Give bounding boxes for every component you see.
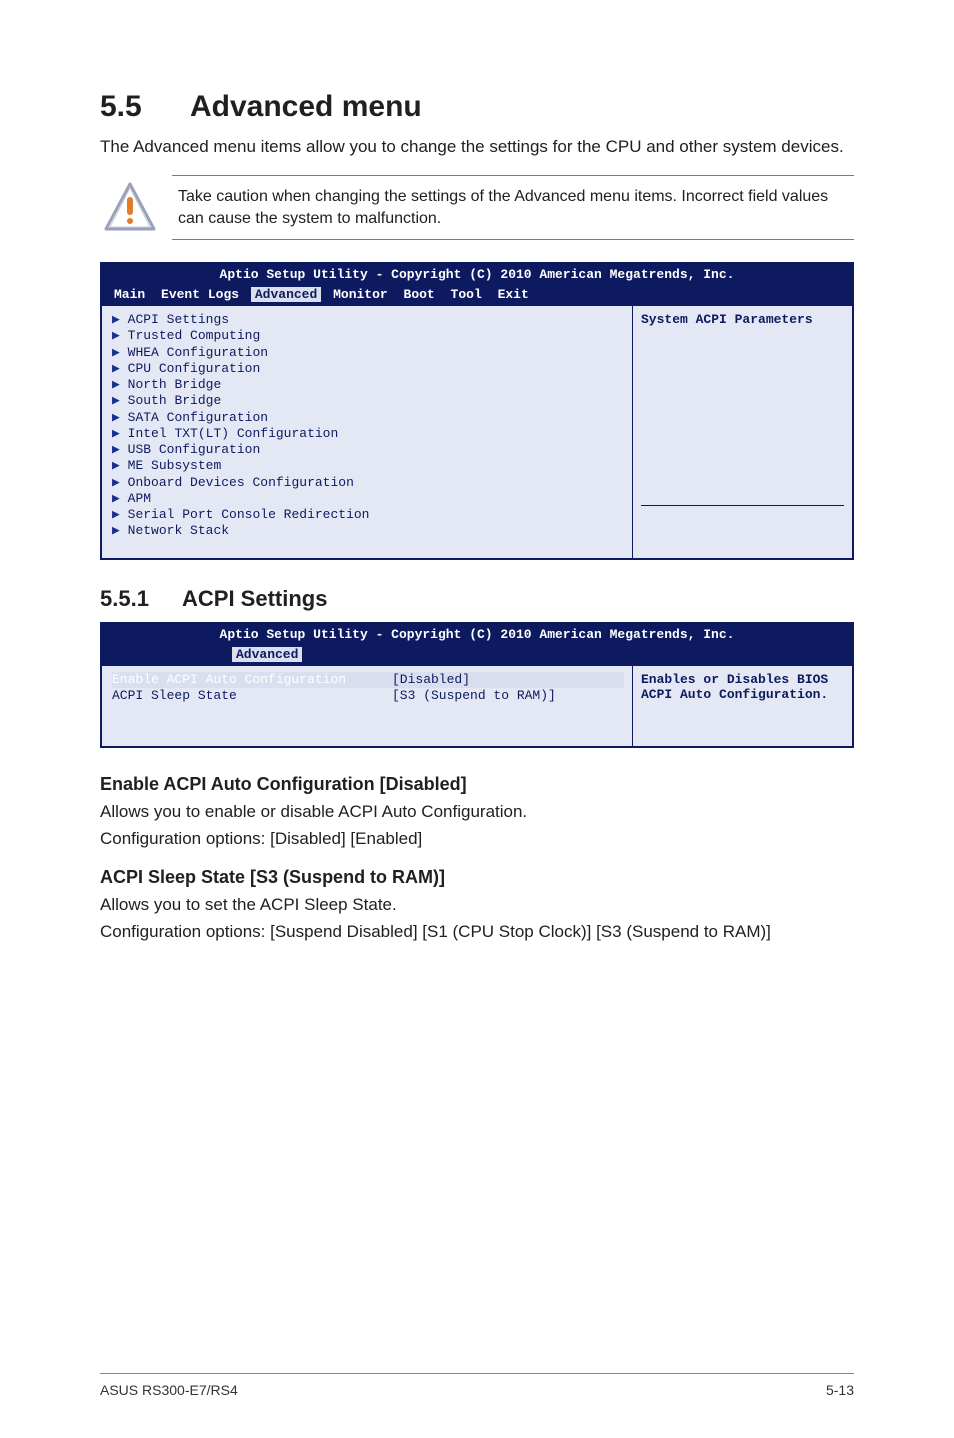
- list-item-label: CPU Configuration: [128, 361, 261, 376]
- list-item[interactable]: ▶ ME Subsystem: [112, 458, 624, 474]
- list-item[interactable]: ▶ Onboard Devices Configuration: [112, 475, 624, 491]
- option-heading-acpi-sleep: ACPI Sleep State [S3 (Suspend to RAM)]: [100, 867, 854, 888]
- footer-page-number: 5-13: [826, 1382, 854, 1398]
- list-item-label: North Bridge: [128, 377, 222, 392]
- bios-help-pane: Enables or Disables BIOS ACPI Auto Confi…: [632, 666, 852, 747]
- option-desc: Allows you to set the ACPI Sleep State.: [100, 894, 854, 917]
- caution-box: Take caution when changing the settings …: [100, 175, 854, 240]
- subsection-number: 5.5.1: [100, 586, 182, 612]
- setting-enable-acpi-auto[interactable]: Enable ACPI Auto Configuration [Disabled…: [112, 672, 624, 688]
- list-item-label: South Bridge: [128, 393, 222, 408]
- tab-main[interactable]: Main: [110, 287, 149, 302]
- setting-label: Enable ACPI Auto Configuration: [112, 672, 392, 688]
- section-title-text: Advanced menu: [190, 90, 422, 123]
- tab-advanced[interactable]: Advanced: [251, 287, 321, 302]
- tab-advanced[interactable]: Advanced: [232, 647, 302, 662]
- list-item[interactable]: ▶ North Bridge: [112, 377, 624, 393]
- subsection-title-text: ACPI Settings: [182, 586, 327, 611]
- list-item[interactable]: ▶ Serial Port Console Redirection: [112, 507, 624, 523]
- setting-label: ACPI Sleep State: [112, 688, 392, 704]
- list-item[interactable]: ▶ ACPI Settings: [112, 312, 624, 328]
- list-item[interactable]: ▶ South Bridge: [112, 393, 624, 409]
- tab-boot[interactable]: Boot: [400, 287, 439, 302]
- list-item-label: Trusted Computing: [128, 328, 261, 343]
- list-item[interactable]: ▶ APM: [112, 491, 624, 507]
- bios-tab-bar: Main Event Logs Advanced Monitor Boot To…: [102, 285, 852, 306]
- setting-value: [Disabled]: [392, 672, 470, 688]
- bios-help-text: System ACPI Parameters: [641, 312, 844, 327]
- separator: [641, 505, 844, 506]
- tab-event-logs[interactable]: Event Logs: [157, 287, 243, 302]
- list-item[interactable]: ▶ Trusted Computing: [112, 328, 624, 344]
- bios-help-text: Enables or Disables BIOS ACPI Auto Confi…: [641, 672, 844, 702]
- bios-title: Aptio Setup Utility - Copyright (C) 2010…: [102, 264, 852, 285]
- list-item-label: ME Subsystem: [128, 458, 222, 473]
- page-footer: ASUS RS300-E7/RS4 5-13: [100, 1373, 854, 1398]
- list-item[interactable]: ▶ SATA Configuration: [112, 410, 624, 426]
- setting-acpi-sleep-state[interactable]: ACPI Sleep State [S3 (Suspend to RAM)]: [112, 688, 624, 704]
- list-item[interactable]: ▶ USB Configuration: [112, 442, 624, 458]
- bios-menu-list: ▶ ACPI Settings ▶ Trusted Computing ▶ WH…: [102, 306, 632, 558]
- list-item-label: Network Stack: [128, 523, 229, 538]
- section-intro: The Advanced menu items allow you to cha…: [100, 136, 854, 159]
- list-item-label: Serial Port Console Redirection: [128, 507, 370, 522]
- list-item[interactable]: ▶ Intel TXT(LT) Configuration: [112, 426, 624, 442]
- bios-settings-area: Enable ACPI Auto Configuration [Disabled…: [102, 666, 632, 747]
- bios-panel-acpi-settings: Aptio Setup Utility - Copyright (C) 2010…: [100, 622, 854, 749]
- option-desc: Allows you to enable or disable ACPI Aut…: [100, 801, 854, 824]
- bios-panel-advanced: Aptio Setup Utility - Copyright (C) 2010…: [100, 262, 854, 560]
- setting-value: [S3 (Suspend to RAM)]: [392, 688, 556, 704]
- caution-icon: [100, 181, 160, 235]
- section-heading: 5.5Advanced menu: [100, 90, 854, 124]
- list-item[interactable]: ▶ WHEA Configuration: [112, 345, 624, 361]
- footer-product: ASUS RS300-E7/RS4: [100, 1382, 238, 1398]
- list-item[interactable]: ▶ Network Stack: [112, 523, 624, 539]
- list-item[interactable]: ▶ CPU Configuration: [112, 361, 624, 377]
- option-config-options: Configuration options: [Disabled] [Enabl…: [100, 828, 854, 851]
- option-heading-enable-acpi: Enable ACPI Auto Configuration [Disabled…: [100, 774, 854, 795]
- section-number: 5.5: [100, 90, 190, 124]
- list-item-label: APM: [128, 491, 151, 506]
- list-item-label: Onboard Devices Configuration: [128, 475, 354, 490]
- caution-text: Take caution when changing the settings …: [178, 186, 854, 229]
- list-item-label: SATA Configuration: [128, 410, 268, 425]
- bios-help-pane: System ACPI Parameters: [632, 306, 852, 558]
- subsection-heading: 5.5.1ACPI Settings: [100, 586, 854, 612]
- list-item-label: Intel TXT(LT) Configuration: [128, 426, 339, 441]
- tab-exit[interactable]: Exit: [494, 287, 533, 302]
- option-config-options: Configuration options: [Suspend Disabled…: [100, 921, 854, 944]
- bios-title: Aptio Setup Utility - Copyright (C) 2010…: [102, 624, 852, 645]
- list-item-label: WHEA Configuration: [128, 345, 268, 360]
- tab-monitor[interactable]: Monitor: [329, 287, 392, 302]
- tab-tool[interactable]: Tool: [447, 287, 486, 302]
- bios-tab-bar: Advanced: [102, 645, 852, 666]
- list-item-label: USB Configuration: [128, 442, 261, 457]
- list-item-label: ACPI Settings: [128, 312, 229, 327]
